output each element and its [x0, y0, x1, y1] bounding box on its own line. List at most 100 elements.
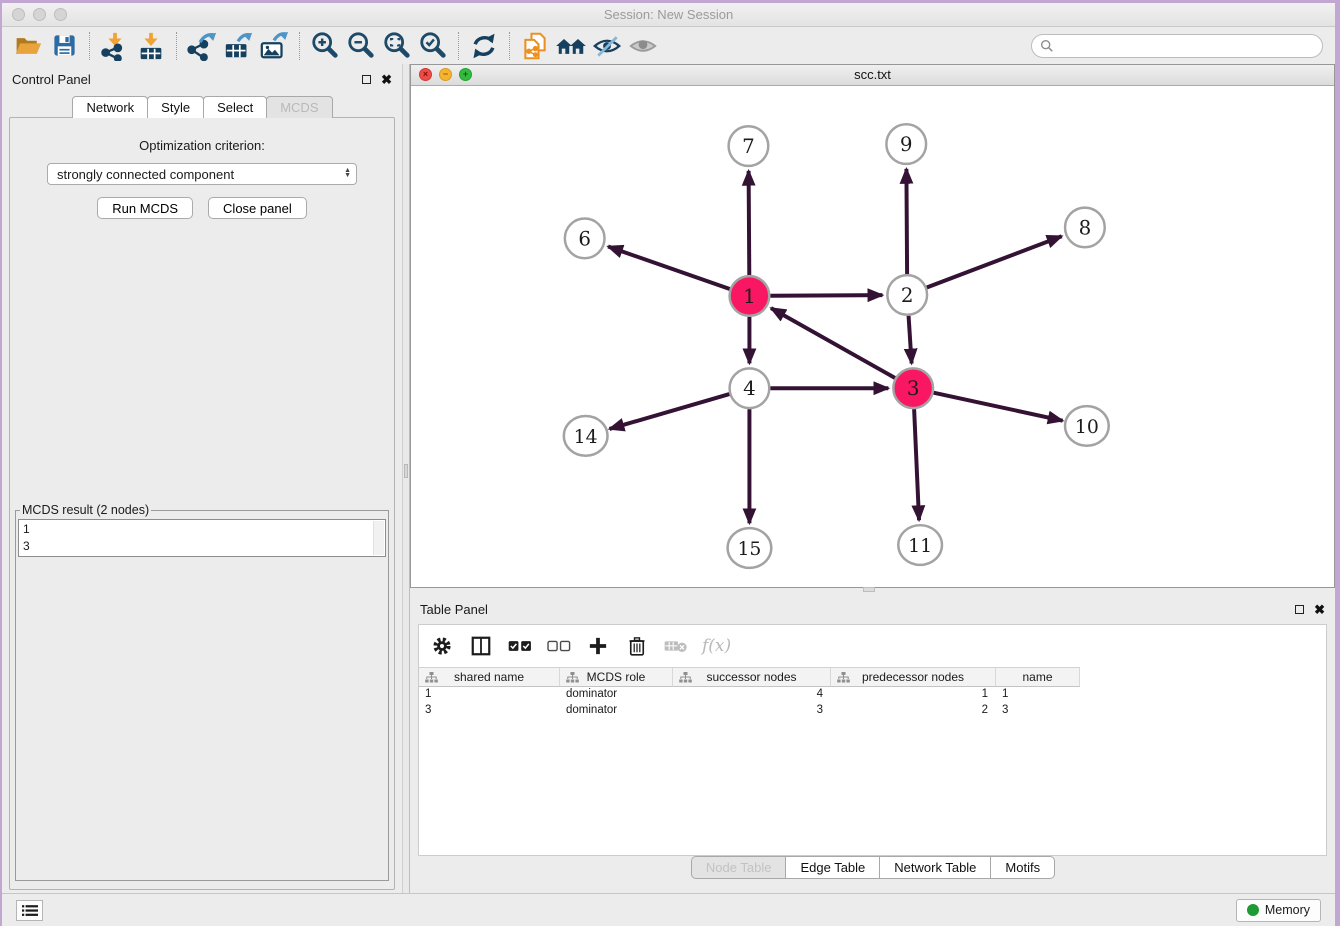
- table-toolbar: f(x): [419, 625, 1326, 667]
- tab-node-table[interactable]: Node Table: [691, 856, 787, 879]
- graph-edge-3-10[interactable]: [934, 392, 1063, 420]
- float-panel-icon[interactable]: [362, 75, 371, 84]
- export-image-button[interactable]: [256, 30, 292, 62]
- table-cell[interactable]: 2: [831, 703, 996, 719]
- column-header-name[interactable]: name: [996, 667, 1080, 687]
- network-splitter-handle-icon[interactable]: [863, 587, 875, 592]
- graph-node-9[interactable]: 9: [886, 124, 926, 164]
- criterion-select[interactable]: strongly connected component ▲▼: [47, 163, 357, 185]
- memory-button[interactable]: Memory: [1236, 899, 1321, 922]
- export-network-button[interactable]: [184, 30, 220, 62]
- graph-node-15[interactable]: 15: [728, 528, 772, 568]
- result-line: 3: [23, 538, 381, 555]
- tab-network[interactable]: Network: [72, 96, 148, 118]
- column-header-successor-nodes[interactable]: successor nodes: [673, 667, 831, 687]
- show-all-button[interactable]: [625, 30, 661, 62]
- close-panel-button[interactable]: Close panel: [208, 197, 307, 219]
- zoom-in-button[interactable]: [307, 30, 343, 62]
- graph-edge-1-2[interactable]: [770, 295, 882, 296]
- graph-edge-1-6[interactable]: [608, 246, 730, 289]
- first-neighbors-button[interactable]: [553, 30, 589, 62]
- table-cell[interactable]: dominator: [560, 687, 673, 703]
- zoom-fit-button[interactable]: [379, 30, 415, 62]
- panel-splitter[interactable]: [402, 64, 410, 893]
- title-bar: Session: New Session: [2, 3, 1335, 27]
- tab-style[interactable]: Style: [147, 96, 204, 118]
- table-cell[interactable]: 4: [673, 687, 831, 703]
- network-canvas[interactable]: 7 9 6 8 1 2 4 3 14 10 15 11: [411, 86, 1334, 587]
- tab-edge-table[interactable]: Edge Table: [785, 856, 880, 879]
- zoom-out-button[interactable]: [343, 30, 379, 62]
- run-mcds-button[interactable]: Run MCDS: [97, 197, 193, 219]
- plus-icon: [588, 636, 608, 656]
- graph-edge-1-7[interactable]: [749, 171, 750, 275]
- table-cell[interactable]: 1: [419, 687, 560, 703]
- network-window-title: scc.txt: [411, 67, 1334, 82]
- close-table-panel-icon[interactable]: ✖: [1314, 603, 1325, 616]
- search-box[interactable]: [1031, 34, 1323, 58]
- result-scrollbar[interactable]: [373, 521, 384, 555]
- tab-network-table[interactable]: Network Table: [879, 856, 991, 879]
- column-header-mcds-role[interactable]: MCDS role: [560, 667, 673, 687]
- graph-node-10[interactable]: 10: [1065, 406, 1109, 446]
- zoom-selected-button[interactable]: [415, 30, 451, 62]
- table-cell[interactable]: 3: [419, 703, 560, 719]
- graph-node-3[interactable]: 3: [893, 368, 933, 408]
- deselect-all-button[interactable]: [546, 633, 572, 659]
- table-cell[interactable]: 1: [996, 687, 1080, 703]
- delete-column-button[interactable]: [624, 633, 650, 659]
- table-cell[interactable]: 1: [831, 687, 996, 703]
- column-layout-button[interactable]: [468, 633, 494, 659]
- splitter-handle-icon[interactable]: [404, 464, 408, 478]
- table-cell[interactable]: 3: [996, 703, 1080, 719]
- mcds-result-group: MCDS result (2 nodes) 13: [15, 503, 389, 881]
- graph-edge-2-8[interactable]: [927, 236, 1062, 287]
- graph-edge-2-3[interactable]: [909, 315, 912, 363]
- hide-selected-button[interactable]: [589, 30, 625, 62]
- graph-node-8[interactable]: 8: [1065, 207, 1105, 247]
- graph-node-14[interactable]: 14: [564, 416, 608, 456]
- network-snapshot-button[interactable]: [517, 30, 553, 62]
- table-cell[interactable]: 3: [673, 703, 831, 719]
- tab-motifs[interactable]: Motifs: [990, 856, 1055, 879]
- apply-function-button[interactable]: f(x): [702, 636, 731, 656]
- mcds-result-list[interactable]: 13: [18, 519, 386, 557]
- graph-edge-4-14[interactable]: [609, 394, 729, 429]
- delete-table-button[interactable]: [663, 633, 689, 659]
- graph-edge-3-1[interactable]: [771, 308, 895, 378]
- float-table-panel-icon[interactable]: [1295, 605, 1304, 614]
- column-tree-icon: [425, 672, 438, 683]
- graph-edge-2-9[interactable]: [906, 169, 907, 274]
- column-header-predecessor-nodes[interactable]: predecessor nodes: [831, 667, 996, 687]
- search-input[interactable]: [1059, 39, 1322, 53]
- table-cell[interactable]: dominator: [560, 703, 673, 719]
- graph-node-7[interactable]: 7: [729, 126, 769, 166]
- import-table-icon: [136, 31, 166, 61]
- graph-node-1[interactable]: 1: [730, 276, 770, 316]
- network-window-titlebar[interactable]: × − + scc.txt: [411, 65, 1334, 86]
- graph-node-2[interactable]: 2: [887, 275, 927, 315]
- close-panel-icon[interactable]: ✖: [381, 73, 392, 86]
- tab-select[interactable]: Select: [203, 96, 267, 118]
- open-session-button[interactable]: [10, 30, 46, 62]
- graph-node-11[interactable]: 11: [898, 525, 942, 565]
- table-row[interactable]: 3dominator323: [419, 703, 1326, 719]
- table-settings-button[interactable]: [429, 633, 455, 659]
- column-header-label: predecessor nodes: [862, 670, 964, 684]
- select-all-button[interactable]: [507, 633, 533, 659]
- task-history-button[interactable]: [16, 900, 43, 921]
- table-row[interactable]: 1dominator411: [419, 687, 1326, 703]
- export-table-button[interactable]: [220, 30, 256, 62]
- refresh-view-button[interactable]: [466, 30, 502, 62]
- graph-node-4[interactable]: 4: [730, 368, 770, 408]
- import-network-button[interactable]: [97, 30, 133, 62]
- save-session-button[interactable]: [46, 30, 82, 62]
- add-column-button[interactable]: [585, 633, 611, 659]
- toolbar-separator: [509, 32, 510, 60]
- graph-node-6[interactable]: 6: [565, 218, 605, 258]
- graph-edge-3-11[interactable]: [914, 409, 919, 520]
- column-header-shared-name[interactable]: shared name: [419, 667, 560, 687]
- tab-mcds[interactable]: MCDS: [266, 96, 332, 118]
- network-graph[interactable]: 7 9 6 8 1 2 4 3 14 10 15 11: [411, 86, 1334, 587]
- import-table-button[interactable]: [133, 30, 169, 62]
